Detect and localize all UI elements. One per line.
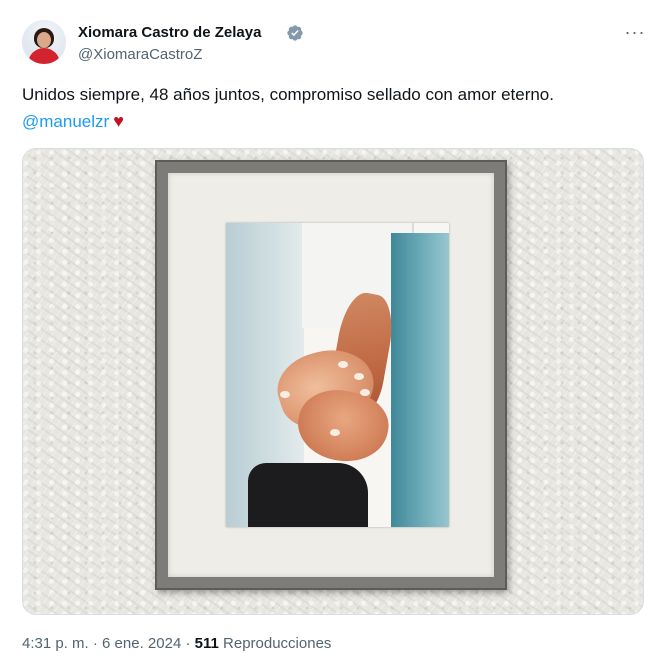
mention-link[interactable]: @manuelzr	[22, 112, 109, 131]
tweet-date[interactable]: 6 ene. 2024	[102, 635, 181, 652]
heart-icon: ♥	[113, 111, 124, 131]
meta-separator: ·	[92, 635, 98, 652]
drawing-paper	[226, 223, 449, 527]
drawing-black-trousers	[248, 463, 368, 527]
views-label: Reproducciones	[223, 635, 332, 652]
tweet-photo[interactable]	[22, 148, 644, 615]
drawing-nail	[280, 391, 290, 398]
avatar-face	[37, 32, 51, 48]
tweet-text: Unidos siempre, 48 años juntos, compromi…	[22, 85, 554, 104]
more-options-icon[interactable]: ···	[622, 22, 648, 42]
tweet-metadata: 4:31 p. m. · 6 ene. 2024 · 511 Reproducc…	[22, 635, 331, 652]
author-name[interactable]: Xiomara Castro de Zelaya	[78, 24, 261, 41]
picture-frame	[155, 160, 507, 590]
drawing-nail	[338, 361, 348, 368]
author-handle[interactable]: @XiomaraCastroZ	[78, 46, 202, 63]
tweet-time[interactable]: 4:31 p. m.	[22, 635, 89, 652]
verified-badge-icon[interactable]	[286, 24, 304, 42]
tweet-mention-line: @manuelzr ♥	[22, 111, 124, 132]
views-count: 511	[194, 635, 219, 652]
drawing-nail	[354, 373, 364, 380]
avatar[interactable]	[22, 20, 66, 64]
meta-separator: ·	[185, 635, 191, 652]
drawing-nail	[330, 429, 340, 436]
drawing-nail	[360, 389, 370, 396]
drawing-teal-garment	[391, 233, 449, 527]
